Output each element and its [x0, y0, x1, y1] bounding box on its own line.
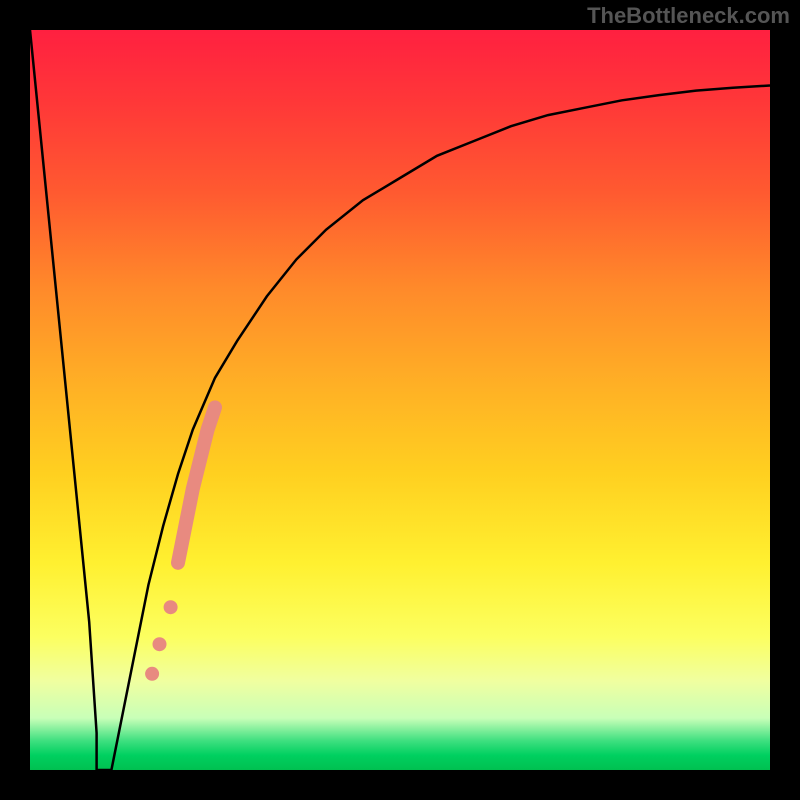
bottleneck-curve: [30, 30, 770, 770]
plot-area: [30, 30, 770, 770]
curve-svg: [30, 30, 770, 770]
chart-container: TheBottleneck.com: [0, 0, 800, 800]
highlight-points: [145, 407, 215, 680]
watermark-text: TheBottleneck.com: [587, 3, 790, 29]
